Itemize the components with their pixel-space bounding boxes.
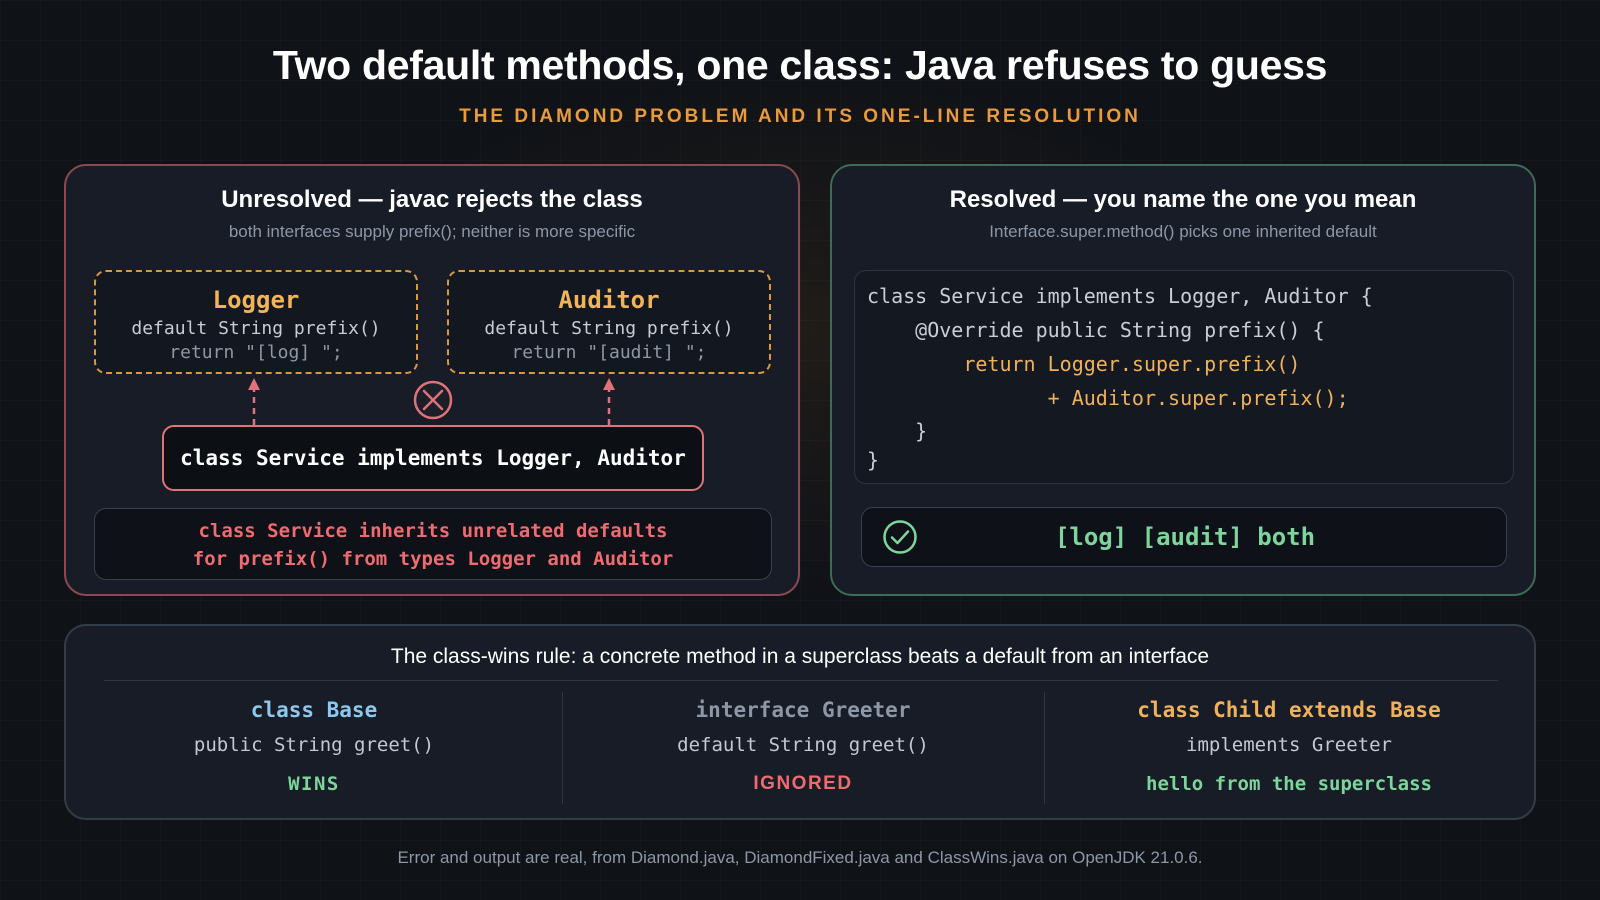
output-text: [log] [audit] both <box>1054 523 1316 551</box>
child-class-verdict: hello from the superclass <box>1146 773 1432 795</box>
page-title: Two default methods, one class: Java ref… <box>272 42 1328 88</box>
base-class-verdict: WINS <box>288 773 340 795</box>
base-class-head: class Base <box>250 698 378 722</box>
code-line: } <box>867 419 928 443</box>
code-block: class Service implements Logger, Auditor… <box>854 270 1514 484</box>
error-line: for prefix() from types Logger and Audit… <box>192 548 674 570</box>
class-wins-rule: The class-wins rule: a concrete method i… <box>390 645 1210 668</box>
child-class-head: class Child extends Base <box>1137 698 1441 722</box>
greeter-verdict: IGNORED <box>753 773 853 794</box>
code-line: return Logger.super.prefix() <box>867 352 1301 376</box>
x-circle-icon <box>413 380 453 420</box>
code-line: } <box>867 448 880 472</box>
page-subtitle: THE DIAMOND PROBLEM AND ITS ONE-LINE RES… <box>459 106 1141 127</box>
code-line: + Auditor.super.prefix(); <box>867 386 1349 410</box>
error-line: class Service inherits unrelated default… <box>198 520 668 542</box>
greeter-head: interface Greeter <box>695 698 911 722</box>
rule-divider <box>104 680 1498 681</box>
dashed-arrow-up-icon <box>248 378 260 425</box>
compiler-error-box: class Service inherits unrelated default… <box>94 508 772 580</box>
code-line: class Service implements Logger, Auditor… <box>867 284 1373 308</box>
resolved-title: Resolved — you name the one you mean <box>949 186 1417 213</box>
dashed-arrow-up-icon <box>603 378 615 425</box>
service-class-box: class Service implements Logger, Auditor <box>162 425 704 491</box>
greeter-interface-column: interface Greeter default String greet()… <box>562 692 1044 804</box>
child-class-signature: implements Greeter <box>1186 734 1392 756</box>
resolved-subtitle: Interface.super.method() picks one inher… <box>989 222 1377 241</box>
base-class-signature: public String greet() <box>193 734 435 756</box>
footer-note: Error and output are real, from Diamond.… <box>397 848 1203 867</box>
child-class-column: class Child extends Base implements Gree… <box>1044 692 1534 804</box>
greeter-signature: default String greet() <box>677 734 929 756</box>
unresolved-panel: Unresolved — javac rejects the class bot… <box>64 164 800 596</box>
base-class-column: class Base public String greet() WINS <box>66 692 562 804</box>
program-output-box: [log] [audit] both <box>861 507 1507 567</box>
class-wins-panel: The class-wins rule: a concrete method i… <box>64 624 1536 820</box>
resolved-panel: Resolved — you name the one you mean Int… <box>830 164 1536 596</box>
code-line: @Override public String prefix() { <box>867 318 1325 342</box>
